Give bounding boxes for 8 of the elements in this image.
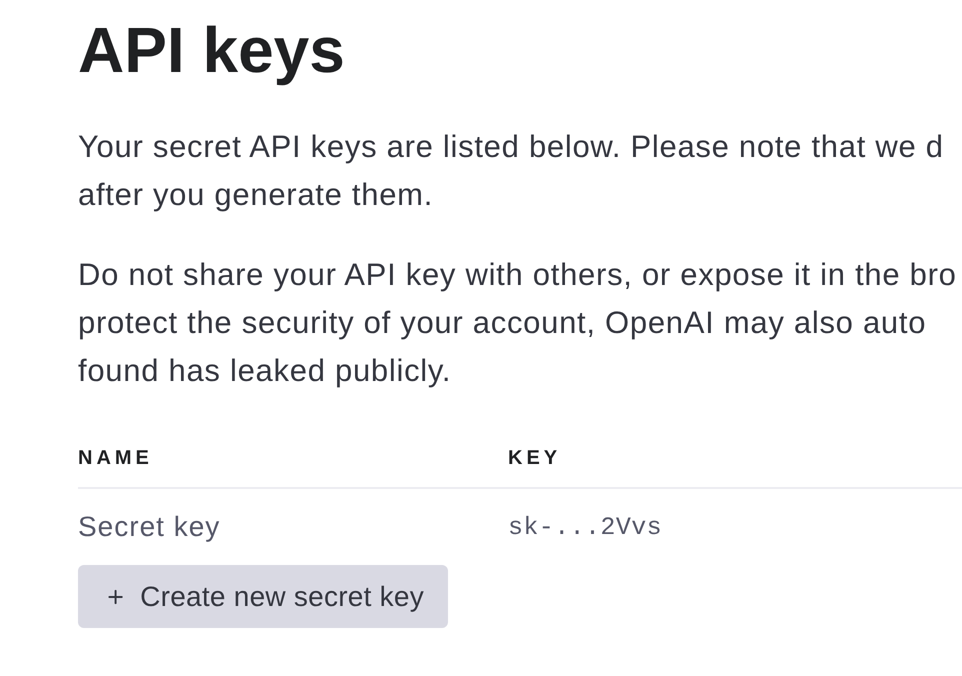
key-name-cell: Secret key <box>78 511 220 543</box>
description-paragraph: Do not share your API key with others, or expose it in the bro protect the security of your account, OpenAI may also auto found has leaked publicly. <box>78 256 957 390</box>
column-header: KEY <box>508 446 562 470</box>
create-secret-key-button[interactable]: Create new secret key <box>78 565 448 628</box>
description-paragraph: Your secret API keys are listed below. Please note that we d after you generate them. <box>78 128 944 214</box>
key-value-cell: sk-...2Vvs <box>508 512 662 542</box>
page-title: API keys <box>78 13 345 88</box>
column-header: NAME <box>78 446 153 470</box>
